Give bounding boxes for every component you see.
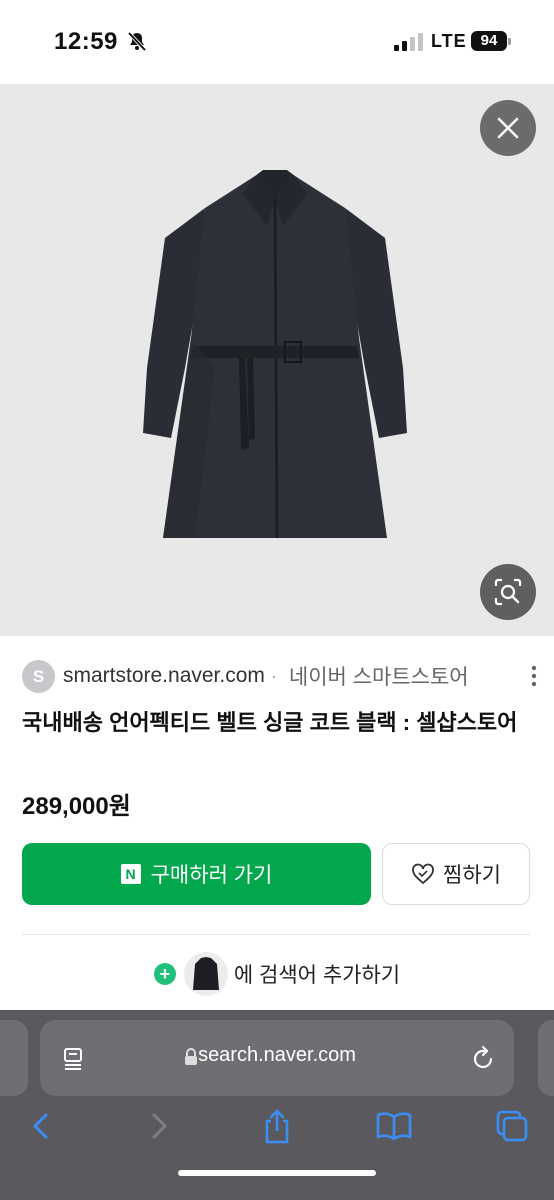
source-domain[interactable]: smartstore.naver.com — [63, 664, 265, 688]
naver-n-icon: N — [120, 864, 141, 884]
divider — [22, 934, 530, 935]
home-indicator — [178, 1170, 376, 1176]
wishlist-button-label: 찜하기 — [443, 864, 501, 887]
bell-slash-icon — [127, 31, 147, 52]
add-search-term-row[interactable]: + 에 검색어 추가하기 — [0, 950, 554, 998]
bookmarks-button[interactable] — [372, 1104, 416, 1148]
forward-chevron-icon — [152, 1113, 167, 1139]
product-image-viewer[interactable] — [0, 84, 554, 636]
battery-cap — [508, 38, 511, 45]
wishlist-button[interactable]: 찜하기 — [382, 843, 530, 905]
share-icon — [265, 1109, 289, 1144]
visual-search-icon — [494, 578, 522, 606]
status-time: 12:59 — [54, 28, 118, 55]
back-button[interactable] — [18, 1104, 62, 1148]
share-button[interactable] — [255, 1104, 299, 1148]
tabs-icon — [496, 1110, 528, 1142]
next-tab-preview[interactable] — [538, 1020, 554, 1096]
source-row[interactable]: S smartstore.naver.com · 네이버 스마트스토어 — [22, 658, 542, 694]
battery-level: 94 — [471, 31, 507, 51]
reload-icon[interactable] — [470, 1044, 496, 1072]
book-icon — [376, 1112, 412, 1141]
product-info-panel: S smartstore.naver.com · 네이버 스마트스토어 국내배송… — [0, 636, 554, 1010]
buy-button-label: 구매하러 가기 — [150, 864, 273, 887]
search-image-thumbnail — [183, 952, 228, 996]
buy-button[interactable]: N 구매하러 가기 — [22, 843, 371, 905]
url-text: search.naver.com — [198, 1044, 356, 1066]
previous-tab-preview[interactable] — [0, 1020, 28, 1096]
add-search-term-label: 에 검색어 추가하기 — [233, 964, 401, 987]
cellular-signal-icon — [394, 33, 423, 51]
address-bar[interactable]: search.naver.com — [40, 1020, 514, 1096]
source-avatar: S — [22, 659, 55, 693]
source-separator: · — [270, 665, 277, 686]
heart-icon — [412, 863, 434, 885]
source-name: 네이버 스마트스토어 — [288, 666, 469, 689]
back-chevron-icon — [33, 1113, 48, 1139]
coat-thumbnail-icon — [192, 957, 219, 990]
product-image-coat — [143, 170, 407, 539]
close-button[interactable] — [480, 100, 536, 156]
product-title[interactable]: 국내배송 언어펙티드 벨트 싱글 코트 블랙 : 셀샵스토어 — [22, 706, 532, 739]
visual-search-button[interactable] — [480, 564, 536, 620]
status-bar: 12:59 LTE 94 — [0, 0, 554, 84]
forward-button[interactable] — [138, 1104, 182, 1148]
browser-toolbar — [0, 1104, 554, 1164]
product-price: 289,000원 — [22, 793, 131, 820]
close-icon — [497, 117, 519, 139]
plus-icon: + — [153, 963, 176, 985]
tabs-button[interactable] — [490, 1104, 534, 1148]
network-type: LTE — [431, 31, 467, 51]
more-options-icon[interactable] — [530, 664, 538, 688]
